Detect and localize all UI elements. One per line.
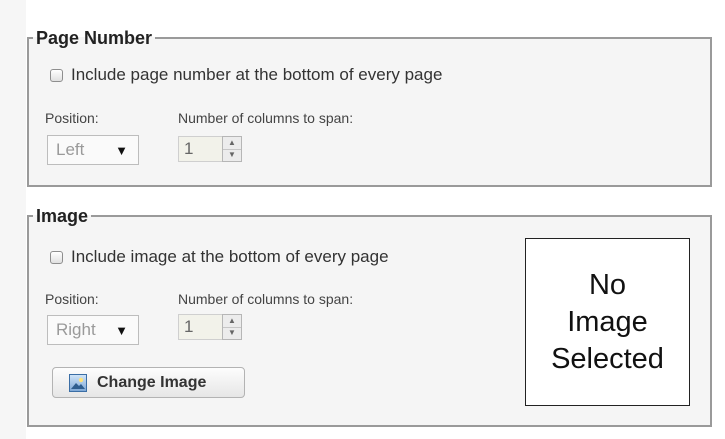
image-columns-stepper[interactable]: 1 ▲ ▼ [178,314,242,340]
stepper-up-icon[interactable]: ▲ [223,315,241,327]
image-columns-label: Number of columns to span: [178,291,354,307]
image-include-row[interactable]: Include image at the bottom of every pag… [50,247,389,267]
image-legend: Image [36,206,89,226]
image-position-value: Right [56,320,96,339]
change-image-label: Change Image [97,373,207,391]
page-number-legend: Page Number [36,28,153,48]
page-number-position-value: Left [56,140,85,159]
page-settings-panel: Page Number Include page number at the b… [0,0,725,439]
page-number-columns-stepper[interactable]: 1 ▲ ▼ [178,136,242,162]
image-include-checkbox[interactable] [50,250,63,264]
image-position-select[interactable]: Right ▼ [47,315,139,345]
image-icon [69,373,87,392]
chevron-down-icon: ▼ [115,322,128,338]
change-image-button[interactable]: Change Image [52,367,245,398]
image-preview-line-2: Image [567,305,648,338]
page-number-position-label: Position: [45,110,99,126]
image-preview: No Image Selected [525,238,690,406]
image-position-label: Position: [45,291,99,307]
image-preview-line-3: Selected [551,342,664,375]
page-number-columns-value[interactable]: 1 [178,136,222,162]
image-include-label: Include image at the bottom of every pag… [71,247,389,266]
stepper-up-icon[interactable]: ▲ [223,137,241,149]
image-preview-line-1: No [588,268,627,301]
page-number-include-row[interactable]: Include page number at the bottom of eve… [50,65,442,85]
image-columns-value[interactable]: 1 [178,314,222,340]
chevron-down-icon: ▼ [115,142,128,158]
page-number-include-label: Include page number at the bottom of eve… [71,65,443,84]
page-number-position-select[interactable]: Left ▼ [47,135,139,165]
stepper-down-icon[interactable]: ▼ [223,148,241,162]
left-margin [0,0,26,439]
image-columns-spin-buttons[interactable]: ▲ ▼ [222,314,242,340]
page-number-columns-spin-buttons[interactable]: ▲ ▼ [222,136,242,162]
page-number-include-checkbox[interactable] [50,68,63,82]
page-number-columns-label: Number of columns to span: [178,110,354,126]
stepper-down-icon[interactable]: ▼ [223,326,241,340]
top-margin [26,0,725,14]
